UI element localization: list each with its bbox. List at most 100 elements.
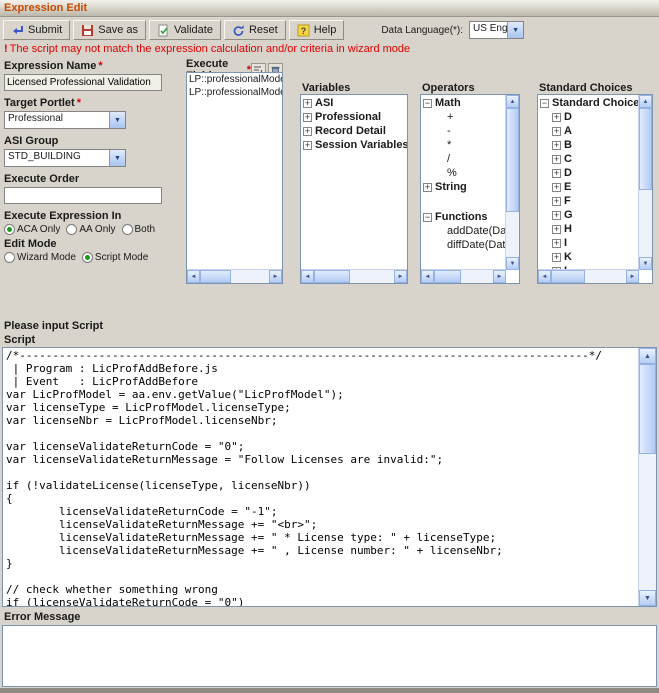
scroll-right-icon[interactable]: ► — [394, 270, 407, 283]
collapse-icon[interactable]: − — [540, 99, 549, 108]
tree-item[interactable]: −Standard Choices — [538, 96, 639, 110]
radio-script-mode[interactable]: Script Mode — [82, 252, 148, 263]
tree-item[interactable]: −Math — [421, 96, 506, 110]
operators-label: Operators — [422, 82, 475, 94]
scrollbar-thumb[interactable] — [506, 108, 519, 212]
horizontal-scrollbar[interactable]: ◄ ► — [187, 269, 282, 283]
tree-item[interactable]: +G — [538, 208, 639, 222]
tree-item[interactable]: −Functions — [421, 210, 506, 224]
tree-item[interactable]: +F — [538, 194, 639, 208]
tree-item[interactable]: +C — [538, 152, 639, 166]
tree-item-label: addDate(Date,int) — [447, 225, 506, 237]
execute-order-input[interactable] — [4, 187, 162, 204]
tree-item[interactable]: - — [421, 124, 506, 138]
expand-icon[interactable]: + — [303, 141, 312, 150]
scrollbar-thumb[interactable] — [200, 270, 231, 283]
tree-item[interactable]: +A — [538, 124, 639, 138]
vertical-scrollbar[interactable]: ▲ ▼ — [638, 95, 652, 270]
collapse-icon[interactable]: − — [423, 99, 432, 108]
script-code[interactable]: /*--------------------------------------… — [3, 348, 639, 606]
expand-icon[interactable]: + — [552, 113, 561, 122]
submit-button[interactable]: Submit — [3, 20, 70, 40]
standard-choices-label: Standard Choices — [539, 82, 633, 94]
expand-icon[interactable]: + — [552, 197, 561, 206]
scroll-right-icon[interactable]: ► — [626, 270, 639, 283]
save-as-button[interactable]: Save as — [73, 20, 146, 40]
expand-icon[interactable]: + — [303, 113, 312, 122]
scroll-left-icon[interactable]: ◄ — [301, 270, 314, 283]
scroll-down-icon[interactable]: ▼ — [639, 590, 656, 606]
tree-item[interactable]: +Professional — [301, 110, 407, 124]
expand-icon[interactable]: + — [552, 127, 561, 136]
validate-button[interactable]: Validate — [149, 20, 221, 40]
script-editor[interactable]: /*--------------------------------------… — [2, 347, 657, 607]
tree-item[interactable]: % — [421, 166, 506, 180]
scrollbar-thumb[interactable] — [639, 108, 652, 190]
chevron-down-icon[interactable]: ▼ — [507, 22, 523, 38]
required-marker: * — [77, 97, 81, 109]
tree-item[interactable]: +E — [538, 180, 639, 194]
expand-icon[interactable]: + — [552, 169, 561, 178]
scroll-left-icon[interactable]: ◄ — [421, 270, 434, 283]
chevron-down-icon[interactable]: ▼ — [109, 112, 125, 128]
scroll-right-icon[interactable]: ► — [269, 270, 282, 283]
tree-item[interactable]: +String — [421, 180, 506, 194]
reset-button[interactable]: Reset — [224, 20, 286, 40]
expression-name-input[interactable] — [4, 74, 162, 91]
expand-icon[interactable]: + — [552, 141, 561, 150]
data-language-select[interactable]: US English ▼ — [469, 21, 524, 39]
horizontal-scrollbar[interactable]: ◄ ► — [301, 269, 407, 283]
scrollbar-thumb[interactable] — [434, 270, 461, 283]
list-item[interactable]: LP::professionalModel — [187, 73, 282, 86]
tree-item[interactable]: +Record Detail — [301, 124, 407, 138]
scroll-left-icon[interactable]: ◄ — [187, 270, 200, 283]
tree-item[interactable]: +D — [538, 166, 639, 180]
scrollbar-thumb[interactable] — [639, 364, 656, 454]
tree-item[interactable]: +ASI — [301, 96, 407, 110]
radio-aca-only[interactable]: ACA Only — [4, 224, 60, 235]
tree-item[interactable]: +K — [538, 250, 639, 264]
scroll-up-icon[interactable]: ▲ — [506, 95, 519, 108]
tree-item[interactable]: addDate(Date,int) — [421, 224, 506, 238]
expand-icon[interactable]: + — [552, 239, 561, 248]
expand-icon[interactable]: + — [423, 183, 432, 192]
radio-aa-only[interactable]: AA Only — [66, 224, 115, 235]
expand-icon[interactable]: + — [303, 127, 312, 136]
scroll-up-icon[interactable]: ▲ — [639, 95, 652, 108]
expand-icon[interactable]: + — [303, 99, 312, 108]
scrollbar-thumb[interactable] — [551, 270, 585, 283]
vertical-scrollbar[interactable]: ▲ ▼ — [638, 348, 656, 606]
scroll-right-icon[interactable]: ► — [493, 270, 506, 283]
tree-item[interactable]: + — [421, 110, 506, 124]
collapse-icon[interactable]: − — [423, 213, 432, 222]
list-item[interactable]: LP::professionalModel — [187, 86, 282, 99]
expand-icon[interactable]: + — [552, 155, 561, 164]
tree-item[interactable]: +I — [538, 236, 639, 250]
tree-item[interactable]: +D — [538, 110, 639, 124]
tree-item[interactable]: +Session Variables — [301, 138, 407, 152]
horizontal-scrollbar[interactable]: ◄ ► — [538, 269, 639, 283]
radio-both[interactable]: Both — [122, 224, 156, 235]
asi-group-select[interactable]: STD_BUILDING ▼ — [4, 149, 126, 167]
radio-wizard-mode[interactable]: Wizard Mode — [4, 252, 76, 263]
tree-item[interactable]: * — [421, 138, 506, 152]
target-portlet-select[interactable]: Professional ▼ — [4, 111, 126, 129]
tree-item[interactable]: / — [421, 152, 506, 166]
help-button[interactable]: ? Help — [289, 20, 345, 40]
scroll-left-icon[interactable]: ◄ — [538, 270, 551, 283]
chevron-down-icon[interactable]: ▼ — [109, 150, 125, 166]
tree-item[interactable]: +B — [538, 138, 639, 152]
tree-item[interactable]: +H — [538, 222, 639, 236]
vertical-scrollbar[interactable]: ▲ ▼ — [505, 95, 519, 270]
horizontal-scrollbar[interactable]: ◄ ► — [421, 269, 506, 283]
expand-icon[interactable]: + — [552, 253, 561, 262]
scroll-down-icon[interactable]: ▼ — [506, 257, 519, 270]
scroll-down-icon[interactable]: ▼ — [639, 257, 652, 270]
expand-icon[interactable]: + — [552, 225, 561, 234]
error-message-box[interactable] — [2, 625, 657, 687]
scroll-up-icon[interactable]: ▲ — [639, 348, 656, 364]
scrollbar-thumb[interactable] — [314, 270, 350, 283]
expand-icon[interactable]: + — [552, 183, 561, 192]
tree-item[interactable]: diffDate(Date,Date — [421, 238, 506, 252]
expand-icon[interactable]: + — [552, 211, 561, 220]
